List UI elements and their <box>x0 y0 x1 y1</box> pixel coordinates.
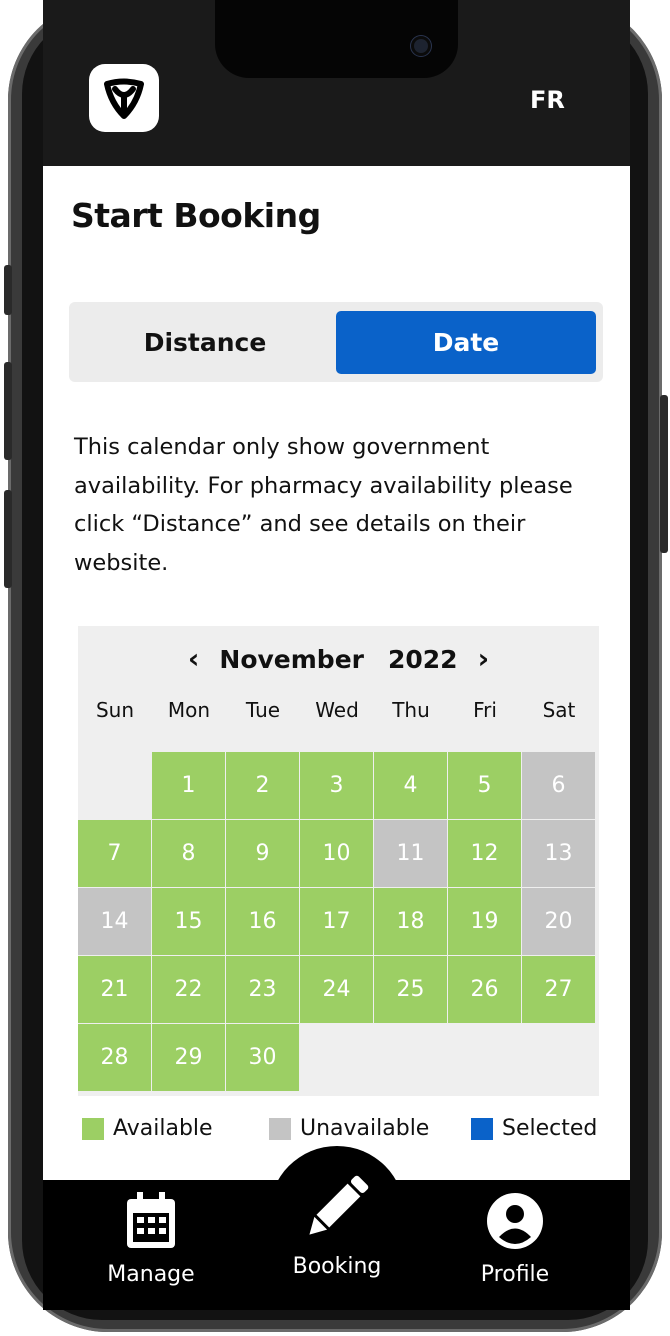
nav-label-manage: Manage <box>107 1262 195 1287</box>
calendar-day-11: 11 <box>374 820 447 887</box>
language-toggle[interactable]: FR <box>530 86 565 114</box>
calendar: ‹ November 2022 › Sun Mon Tue Wed Thu Fr… <box>78 626 599 1096</box>
legend-selected: Selected <box>471 1116 597 1141</box>
calendar-day-28[interactable]: 28 <box>78 1024 151 1091</box>
tab-date[interactable]: Date <box>336 311 596 374</box>
calendar-day-4[interactable]: 4 <box>374 752 447 819</box>
calendar-day-19[interactable]: 19 <box>448 888 521 955</box>
legend-label-unavailable: Unavailable <box>300 1116 430 1141</box>
weekday-fri: Fri <box>473 698 497 722</box>
calendar-day-23[interactable]: 23 <box>226 956 299 1023</box>
calendar-day-17[interactable]: 17 <box>300 888 373 955</box>
calendar-day-15[interactable]: 15 <box>152 888 225 955</box>
calendar-day-30[interactable]: 30 <box>226 1024 299 1091</box>
calendar-day-2[interactable]: 2 <box>226 752 299 819</box>
legend-label-selected: Selected <box>502 1116 598 1141</box>
volume-up-button <box>4 362 12 460</box>
nav-item-profile[interactable]: Profile <box>467 1180 563 1302</box>
weekday-row: Sun Mon Tue Wed Thu Fri Sat <box>78 698 599 722</box>
calendar-icon <box>125 1192 177 1254</box>
calendar-day-10[interactable]: 10 <box>300 820 373 887</box>
calendar-day-8[interactable]: 8 <box>152 820 225 887</box>
front-camera <box>411 36 431 56</box>
calendar-day-24[interactable]: 24 <box>300 956 373 1023</box>
calendar-day-16[interactable]: 16 <box>226 888 299 955</box>
chevron-left-icon[interactable]: ‹ <box>188 645 200 673</box>
legend-available: Available <box>82 1116 213 1141</box>
weekday-mon: Mon <box>167 698 211 722</box>
app-screen: FR Start Booking Distance Date This cale… <box>43 0 630 1310</box>
weekday-tue: Tue <box>245 698 281 722</box>
calendar-day-13: 13 <box>522 820 595 887</box>
weekday-sun: Sun <box>95 698 135 722</box>
calendar-day-9[interactable]: 9 <box>226 820 299 887</box>
calendar-day-14: 14 <box>78 888 151 955</box>
calendar-day-20: 20 <box>522 888 595 955</box>
calendar-info-text: This calendar only show government avail… <box>74 434 573 576</box>
calendar-day-22[interactable]: 22 <box>152 956 225 1023</box>
main-content: Start Booking Distance Date This calenda… <box>43 166 630 1186</box>
calendar-day-26[interactable]: 26 <box>448 956 521 1023</box>
power-button <box>660 395 668 553</box>
legend-swatch-unavailable <box>269 1117 291 1140</box>
legend-unavailable: Unavailable <box>269 1116 429 1141</box>
nav-item-manage[interactable]: Manage <box>103 1180 199 1302</box>
search-mode-toggle: Distance Date <box>69 302 603 382</box>
calendar-day-12[interactable]: 12 <box>448 820 521 887</box>
chevron-right-icon[interactable]: › <box>478 645 490 673</box>
notch <box>215 0 458 78</box>
calendar-day-7[interactable]: 7 <box>78 820 151 887</box>
calendar-day-27[interactable]: 27 <box>522 956 595 1023</box>
weekday-sat: Sat <box>542 698 576 722</box>
calendar-month: November <box>219 644 364 674</box>
tab-distance[interactable]: Distance <box>75 311 335 374</box>
user-profile-icon <box>486 1192 544 1254</box>
legend-label-available: Available <box>113 1116 213 1141</box>
nav-label-profile: Profile <box>480 1262 550 1287</box>
calendar-day-29[interactable]: 29 <box>152 1024 225 1091</box>
page-title: Start Booking <box>71 196 321 235</box>
legend-swatch-selected <box>471 1117 493 1140</box>
calendar-day-18[interactable]: 18 <box>374 888 447 955</box>
nav-label-booking: Booking <box>292 1254 382 1279</box>
weekday-wed: Wed <box>315 698 359 722</box>
ontario-trillium-icon[interactable] <box>89 64 159 132</box>
weekday-thu: Thu <box>392 698 430 722</box>
silent-switch <box>4 265 12 315</box>
calendar-header: ‹ November 2022 › <box>78 642 599 676</box>
calendar-day-1[interactable]: 1 <box>152 752 225 819</box>
volume-down-button <box>4 490 12 588</box>
legend-swatch-available <box>82 1117 104 1140</box>
calendar-day-5[interactable]: 5 <box>448 752 521 819</box>
pencil-icon <box>302 1172 372 1246</box>
calendar-day-21[interactable]: 21 <box>78 956 151 1023</box>
nav-item-booking[interactable]: Booking <box>279 1172 395 1294</box>
app-header: FR <box>43 0 630 166</box>
calendar-day-6: 6 <box>522 752 595 819</box>
calendar-year: 2022 <box>388 644 458 674</box>
calendar-day-25[interactable]: 25 <box>374 956 447 1023</box>
calendar-legend: Available Unavailable Selected <box>82 1116 602 1146</box>
calendar-day-3[interactable]: 3 <box>300 752 373 819</box>
